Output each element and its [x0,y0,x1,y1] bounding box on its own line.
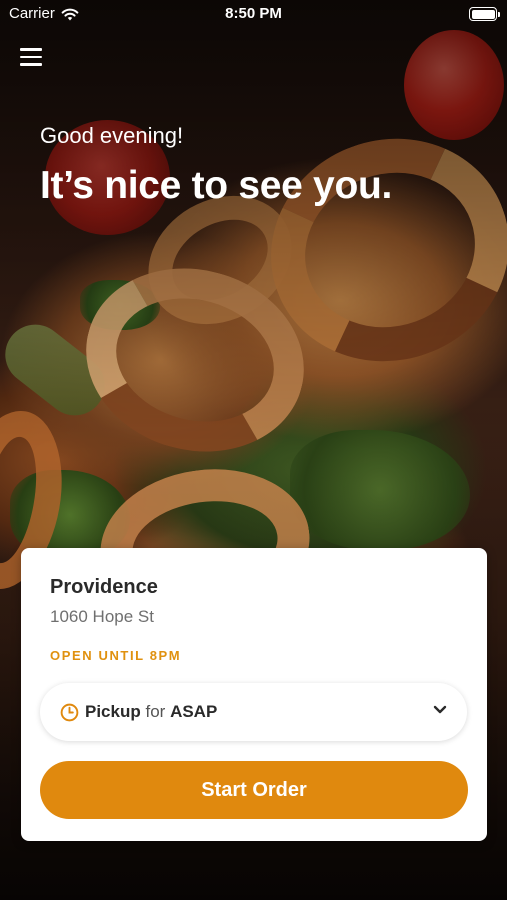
order-mode-selector[interactable]: Pickup for ASAP [40,683,467,741]
greeting-text: Good evening! [40,123,184,148]
clock-icon [60,703,79,721]
location-card: Providence 1060 Hope St OPEN UNTIL 8PM P… [21,548,487,841]
battery-icon [469,7,500,21]
welcome-headline: It’s nice to see you. [40,164,393,207]
order-time-label: ASAP [170,702,218,721]
order-mode-text: Pickup for ASAP [85,702,217,722]
clock-time: 8:50 PM [225,5,282,22]
location-address: 1060 Hope St [50,607,154,626]
hamburger-menu-icon[interactable] [20,48,42,68]
order-mode-connector: for [145,702,166,721]
start-order-button[interactable]: Start Order [40,761,468,819]
status-bar: Carrier 8:50 PM [0,0,507,28]
opening-hours: OPEN UNTIL 8PM [50,648,182,663]
order-mode-label: Pickup [85,702,141,721]
location-name: Providence [50,576,158,598]
chevron-down-icon[interactable] [433,705,447,715]
